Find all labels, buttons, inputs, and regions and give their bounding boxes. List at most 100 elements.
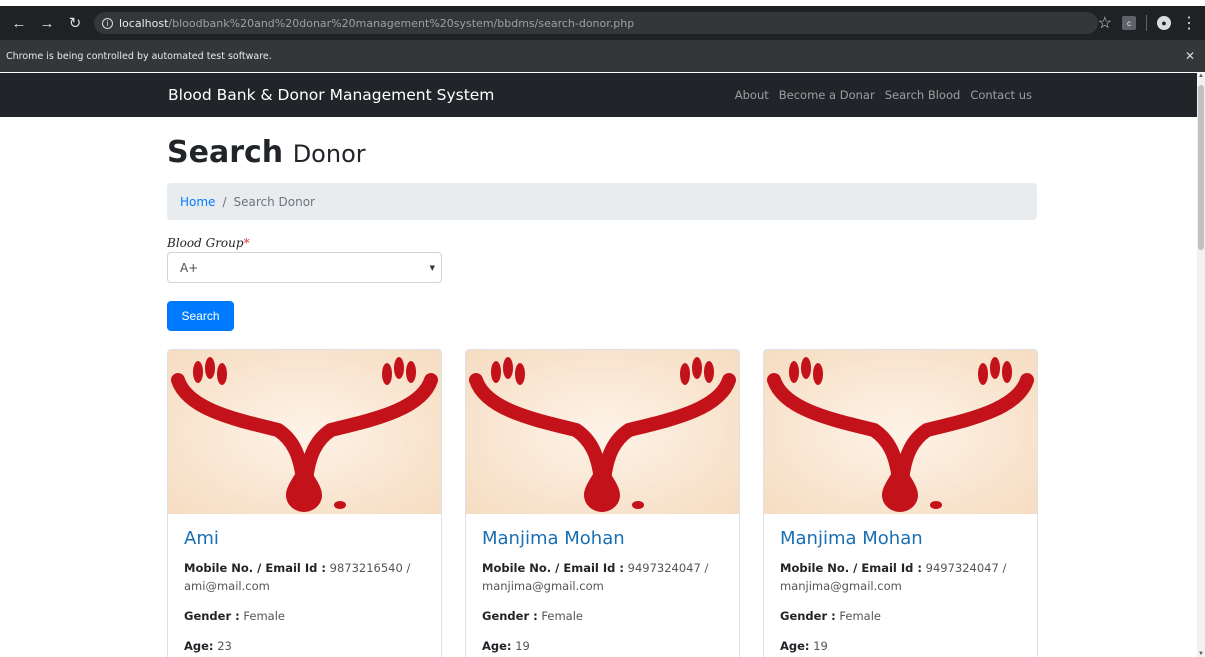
- nav-link-contact[interactable]: Contact us: [970, 88, 1032, 102]
- url-host: localhost: [119, 16, 169, 30]
- gender-label: Gender :: [780, 609, 836, 623]
- donor-age: Age: 23: [184, 637, 425, 655]
- page-title-bold: Search: [167, 135, 284, 170]
- blood-hands-illustration: [469, 357, 736, 512]
- search-button[interactable]: Search: [167, 301, 234, 331]
- site-navbar: Blood Bank & Donor Management System Abo…: [0, 73, 1197, 117]
- donor-mobile: 9873216540: [329, 561, 403, 575]
- small-drop-shape: [334, 501, 346, 509]
- info-icon[interactable]: i: [102, 17, 113, 29]
- donor-age: Age: 19: [482, 637, 723, 655]
- blood-drop-shape: [286, 458, 322, 512]
- address-bar[interactable]: i localhost /bloodbank%20and%20donar%20m…: [94, 12, 1098, 34]
- breadcrumb-home-link[interactable]: Home: [180, 195, 215, 209]
- right-hand-shape: [895, 373, 1034, 487]
- profile-icon[interactable]: ●: [1157, 16, 1171, 30]
- age-label: Age:: [184, 639, 214, 653]
- close-icon[interactable]: ✕: [1185, 49, 1195, 63]
- browser-toolbar: ← → ↻ i localhost /bloodbank%20and%20don…: [0, 6, 1205, 40]
- donor-mobile: 9497324047: [925, 561, 999, 575]
- blood-group-selected: A+: [180, 260, 199, 275]
- nav-link-become-donar[interactable]: Become a Donar: [779, 88, 875, 102]
- reload-icon[interactable]: ↻: [64, 14, 86, 32]
- contact-label: Mobile No. / Email Id :: [780, 561, 922, 575]
- donor-gender: Gender : Female: [482, 607, 723, 625]
- contact-separator: /: [704, 561, 709, 575]
- donor-age: Age: 19: [780, 637, 1021, 655]
- blood-drop-shape: [882, 458, 918, 512]
- donor-name[interactable]: Manjima Mohan: [482, 528, 723, 549]
- finger-shape: [1002, 361, 1012, 383]
- donor-name[interactable]: Manjima Mohan: [780, 528, 1021, 549]
- bookmark-star-icon[interactable]: ☆: [1098, 13, 1112, 33]
- donor-card: Manjima Mohan Mobile No. / Email Id : 94…: [763, 349, 1038, 657]
- blood-drop-shape: [584, 458, 620, 512]
- infobar-text: Chrome is being controlled by automated …: [6, 50, 272, 62]
- breadcrumb-current: Search Donor: [233, 194, 315, 209]
- nav-link-search-blood[interactable]: Search Blood: [885, 88, 961, 102]
- required-mark: *: [243, 236, 250, 250]
- left-hand-shape: [469, 373, 608, 487]
- page-scrollbar[interactable]: ▲ ▼: [1197, 73, 1205, 657]
- donor-gender: Gender : Female: [184, 607, 425, 625]
- blood-group-select[interactable]: A+ ▼: [167, 252, 442, 283]
- finger-shape: [978, 363, 988, 385]
- donor-mobile: 9497324047: [627, 561, 701, 575]
- scroll-down-arrow-icon[interactable]: ▼: [1198, 651, 1204, 657]
- automation-infobar: Chrome is being controlled by automated …: [0, 40, 1205, 72]
- blood-hands-illustration: [767, 357, 1034, 512]
- donor-image: [764, 350, 1037, 514]
- gender-label: Gender :: [482, 609, 538, 623]
- forward-arrow-icon[interactable]: →: [36, 15, 58, 32]
- finger-shape: [680, 363, 690, 385]
- donor-contact: Mobile No. / Email Id : 9873216540 / ami…: [184, 559, 425, 595]
- nav-links: About Become a Donar Search Blood Contac…: [735, 88, 1032, 102]
- finger-shape: [217, 363, 227, 385]
- scroll-thumb[interactable]: [1198, 85, 1204, 250]
- donor-email: ami@mail.com: [184, 579, 270, 593]
- contact-label: Mobile No. / Email Id :: [184, 561, 326, 575]
- donor-email: manjima@gmail.com: [780, 579, 902, 593]
- finger-shape: [491, 361, 501, 383]
- donor-gender: Gender : Female: [780, 607, 1021, 625]
- donor-contact: Mobile No. / Email Id : 9497324047 / man…: [780, 559, 1021, 595]
- left-hand-shape: [171, 373, 310, 487]
- site-brand[interactable]: Blood Bank & Donor Management System: [168, 86, 494, 104]
- contact-separator: /: [406, 561, 411, 575]
- url-path: /bloodbank%20and%20donar%20management%20…: [168, 16, 635, 30]
- finger-shape: [382, 363, 392, 385]
- toolbar-divider: [1146, 15, 1147, 31]
- finger-shape: [406, 361, 416, 383]
- blood-group-label: Blood Group*: [167, 236, 250, 250]
- chevron-down-icon: ▼: [429, 264, 435, 272]
- donor-age-value: 19: [813, 639, 828, 653]
- page-title-rest: Donor: [292, 140, 366, 168]
- finger-shape: [813, 363, 823, 385]
- extension-icon[interactable]: c: [1122, 16, 1136, 30]
- breadcrumb-divider: /: [222, 194, 227, 209]
- contact-label: Mobile No. / Email Id :: [482, 561, 624, 575]
- gender-label: Gender :: [184, 609, 240, 623]
- back-arrow-icon[interactable]: ←: [8, 15, 30, 32]
- donor-age-value: 19: [515, 639, 530, 653]
- age-label: Age:: [482, 639, 512, 653]
- donor-name[interactable]: Ami: [184, 528, 425, 549]
- blood-group-label-text: Blood Group: [167, 236, 244, 250]
- finger-shape: [789, 361, 799, 383]
- small-drop-shape: [930, 501, 942, 509]
- nav-link-about[interactable]: About: [735, 88, 769, 102]
- donor-gender-value: Female: [541, 609, 583, 623]
- scroll-up-arrow-icon[interactable]: ▲: [1198, 73, 1204, 79]
- donor-email: manjima@gmail.com: [482, 579, 604, 593]
- breadcrumb: Home / Search Donor: [167, 183, 1037, 220]
- donor-card: Ami Mobile No. / Email Id : 9873216540 /…: [167, 349, 442, 657]
- finger-shape: [515, 363, 525, 385]
- donor-image: [168, 350, 441, 514]
- donor-gender-value: Female: [839, 609, 881, 623]
- left-hand-shape: [767, 373, 906, 487]
- page-title: Search Donor: [167, 135, 366, 170]
- donor-age-value: 23: [217, 639, 232, 653]
- menu-kebab-icon[interactable]: ⋮: [1181, 13, 1197, 33]
- right-hand-shape: [597, 373, 736, 487]
- donor-contact: Mobile No. / Email Id : 9497324047 / man…: [482, 559, 723, 595]
